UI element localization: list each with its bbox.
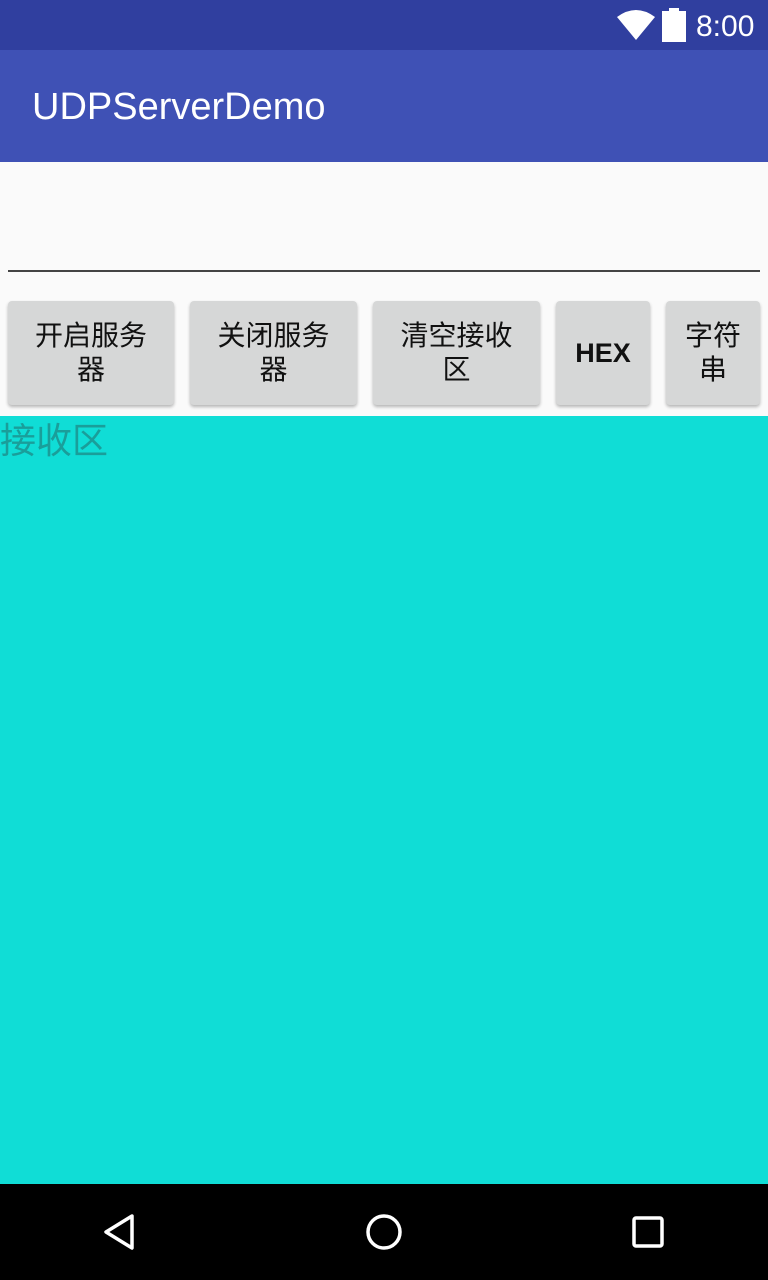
receive-area[interactable]: 接收区 <box>0 416 768 1184</box>
status-bar: 8:00 <box>0 0 768 50</box>
battery-icon <box>662 8 686 42</box>
clear-receive-label: 清空接收区 <box>400 319 513 386</box>
clear-receive-button[interactable]: 清空接收区 <box>373 301 540 405</box>
string-button[interactable]: 字符串 <box>666 301 760 405</box>
back-icon[interactable] <box>100 1212 140 1252</box>
send-input[interactable] <box>8 222 760 272</box>
stop-server-button[interactable]: 关闭服务器 <box>190 301 357 405</box>
wifi-icon <box>617 10 655 40</box>
navigation-bar <box>0 1184 768 1280</box>
app-bar: UDPServerDemo <box>0 50 768 162</box>
app-title: UDPServerDemo <box>32 86 326 128</box>
hex-button[interactable]: HEX <box>556 301 650 405</box>
recents-icon[interactable] <box>628 1212 668 1252</box>
input-area <box>0 162 768 274</box>
start-server-label: 开启服务器 <box>34 319 147 386</box>
stop-server-label: 关闭服务器 <box>217 319 330 386</box>
hex-label: HEX <box>575 338 631 368</box>
status-time: 8:00 <box>696 10 755 43</box>
receive-area-hint: 接收区 <box>0 421 109 462</box>
string-label: 字符串 <box>684 319 741 386</box>
home-icon[interactable] <box>364 1212 404 1252</box>
start-server-button[interactable]: 开启服务器 <box>8 301 174 405</box>
